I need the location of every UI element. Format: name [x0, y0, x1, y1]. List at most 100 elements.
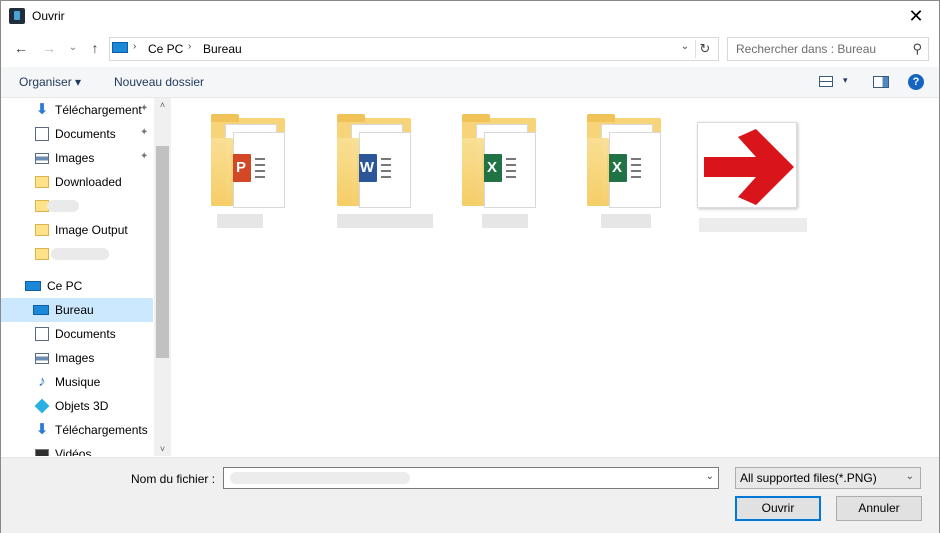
- help-icon[interactable]: ?: [908, 74, 924, 90]
- sidebar-item-label: Objets 3D: [55, 399, 109, 413]
- sidebar-item-images[interactable]: Images: [1, 346, 153, 370]
- file-item-folder-powerpoint[interactable]: P: [211, 114, 311, 238]
- navigation-pane: ⬇ Téléchargement ✦ Documents ✦ Images ✦ …: [1, 98, 171, 456]
- sidebar-item-musique[interactable]: ♪ Musique: [1, 370, 153, 394]
- file-item-image-arrow[interactable]: [697, 118, 807, 238]
- sidebar-item-image-output[interactable]: Image Output: [1, 218, 153, 242]
- open-file-dialog: Ouvrir ✕ ← → ⌄ ↑ › Ce PC › Bureau ⌄ ↻ ⚲ …: [0, 0, 940, 533]
- file-list: P W X X: [171, 98, 939, 456]
- powerpoint-badge-icon: P: [231, 154, 251, 182]
- image-thumbnail: [697, 122, 797, 208]
- sidebar-item-images-quick[interactable]: Images ✦: [1, 146, 153, 170]
- organize-menu[interactable]: Organiser ▾: [19, 75, 81, 89]
- cancel-button[interactable]: Annuler: [836, 496, 922, 521]
- redacted-label: [47, 200, 79, 212]
- pc-icon: [25, 281, 41, 291]
- images-icon: [35, 153, 49, 164]
- app-icon: [9, 8, 25, 24]
- scroll-down-icon[interactable]: ˅: [154, 442, 171, 456]
- redacted-filename: [482, 214, 528, 228]
- sidebar-item-folder-redacted[interactable]: [1, 242, 153, 266]
- sidebar-item-telechargement[interactable]: ⬇ Téléchargement ✦: [1, 98, 153, 122]
- sidebar-item-label: Téléchargement: [55, 103, 142, 117]
- address-dropdown-icon[interactable]: ⌄: [678, 41, 692, 52]
- search-input[interactable]: [734, 40, 908, 58]
- redacted-filename: [699, 218, 807, 232]
- command-toolbar: Organiser ▾ Nouveau dossier ▾ ?: [1, 67, 939, 98]
- sidebar-item-downloaded[interactable]: Downloaded: [1, 170, 153, 194]
- sidebar-item-label: Downloaded: [55, 175, 122, 189]
- new-folder-button[interactable]: Nouveau dossier: [114, 75, 204, 89]
- redacted-filename: [337, 214, 433, 228]
- file-item-folder-excel-2[interactable]: X: [587, 114, 687, 238]
- sidebar-item-label: Documents: [55, 127, 116, 141]
- sidebar-item-label: Images: [55, 151, 95, 165]
- preview-pane-icon[interactable]: [873, 76, 889, 88]
- download-icon: ⬇: [35, 101, 49, 118]
- filename-combobox[interactable]: ⌄: [223, 467, 719, 489]
- pin-icon[interactable]: ✦: [140, 127, 148, 138]
- sidebar-item-bureau[interactable]: Bureau: [1, 298, 153, 322]
- view-options-icon[interactable]: [819, 76, 833, 87]
- sidebar-item-objets-3d[interactable]: Objets 3D: [1, 394, 153, 418]
- back-button[interactable]: ←: [13, 40, 29, 56]
- excel-badge-icon: X: [482, 154, 502, 182]
- breadcrumb-bureau[interactable]: Bureau: [203, 42, 242, 56]
- pin-icon[interactable]: ✦: [140, 151, 148, 162]
- sidebar-item-label: Musique: [55, 375, 101, 389]
- file-item-folder-excel-1[interactable]: X: [462, 114, 562, 238]
- up-folder-button[interactable]: ↑: [87, 40, 103, 56]
- sidebar-item-telechargements[interactable]: ⬇ Téléchargements: [1, 418, 153, 442]
- chevron-right-icon[interactable]: ›: [133, 41, 136, 52]
- pin-icon[interactable]: ✦: [140, 103, 148, 114]
- close-button[interactable]: ✕: [893, 1, 939, 32]
- chevron-right-icon[interactable]: ›: [188, 41, 191, 52]
- file-type-select[interactable]: All supported files(*.PNG) ⌄: [735, 467, 921, 489]
- sidebar-item-documents-quick[interactable]: Documents ✦: [1, 122, 153, 146]
- download-icon: ⬇: [35, 421, 49, 438]
- sidebar-item-folder-redacted[interactable]: [1, 194, 153, 218]
- sidebar-item-label: Ce PC: [47, 279, 83, 293]
- filename-input[interactable]: [228, 470, 692, 488]
- videos-icon: [35, 449, 49, 456]
- view-dropdown-icon[interactable]: ▾: [843, 75, 848, 86]
- redacted-filename: [601, 214, 651, 228]
- scroll-up-icon[interactable]: ˄: [154, 98, 171, 112]
- sidebar-item-label: Téléchargements: [55, 423, 148, 437]
- search-icon[interactable]: ⚲: [912, 41, 922, 57]
- music-icon: ♪: [38, 373, 46, 390]
- address-bar[interactable]: › Ce PC › Bureau ⌄ ↻: [109, 37, 719, 61]
- recent-locations-button[interactable]: ⌄: [65, 40, 81, 56]
- objects3d-icon: [34, 398, 50, 414]
- file-type-selected: All supported files(*.PNG): [740, 471, 877, 485]
- filename-label: Nom du fichier :: [131, 472, 216, 486]
- desktop-icon: [33, 305, 49, 315]
- forward-button[interactable]: →: [41, 40, 57, 56]
- sidebar-item-label: Images: [55, 351, 95, 365]
- scroll-thumb[interactable]: [156, 146, 169, 358]
- red-arrow-icon: [704, 129, 794, 205]
- computer-icon: [112, 42, 128, 53]
- chevron-down-icon[interactable]: ⌄: [706, 471, 714, 482]
- folder-icon: [35, 176, 49, 188]
- sidebar-scrollbar[interactable]: ˄ ˅: [154, 98, 171, 456]
- sidebar-item-ce-pc[interactable]: Ce PC: [1, 274, 153, 298]
- images-icon: [35, 353, 49, 364]
- redacted-label: [51, 248, 109, 260]
- breadcrumb-ce-pc[interactable]: Ce PC: [148, 42, 183, 56]
- sidebar-item-documents[interactable]: Documents: [1, 322, 153, 346]
- file-item-folder-word[interactable]: W: [337, 114, 437, 238]
- sidebar-item-label: Image Output: [55, 223, 128, 237]
- chevron-down-icon[interactable]: ⌄: [906, 471, 914, 482]
- folder-icon: [35, 248, 49, 260]
- bottom-panel: Nom du fichier : ⌄ All supported files(*…: [1, 457, 939, 533]
- window-title: Ouvrir: [32, 9, 65, 23]
- sidebar-item-videos[interactable]: Vidéos: [1, 442, 153, 456]
- sidebar-item-label: Vidéos: [55, 447, 92, 456]
- refresh-button[interactable]: ↻: [695, 40, 714, 58]
- excel-badge-icon: X: [607, 154, 627, 182]
- open-button[interactable]: Ouvrir: [735, 496, 821, 521]
- documents-icon: [35, 327, 49, 341]
- close-icon: ✕: [908, 6, 924, 26]
- search-box[interactable]: ⚲: [727, 37, 929, 61]
